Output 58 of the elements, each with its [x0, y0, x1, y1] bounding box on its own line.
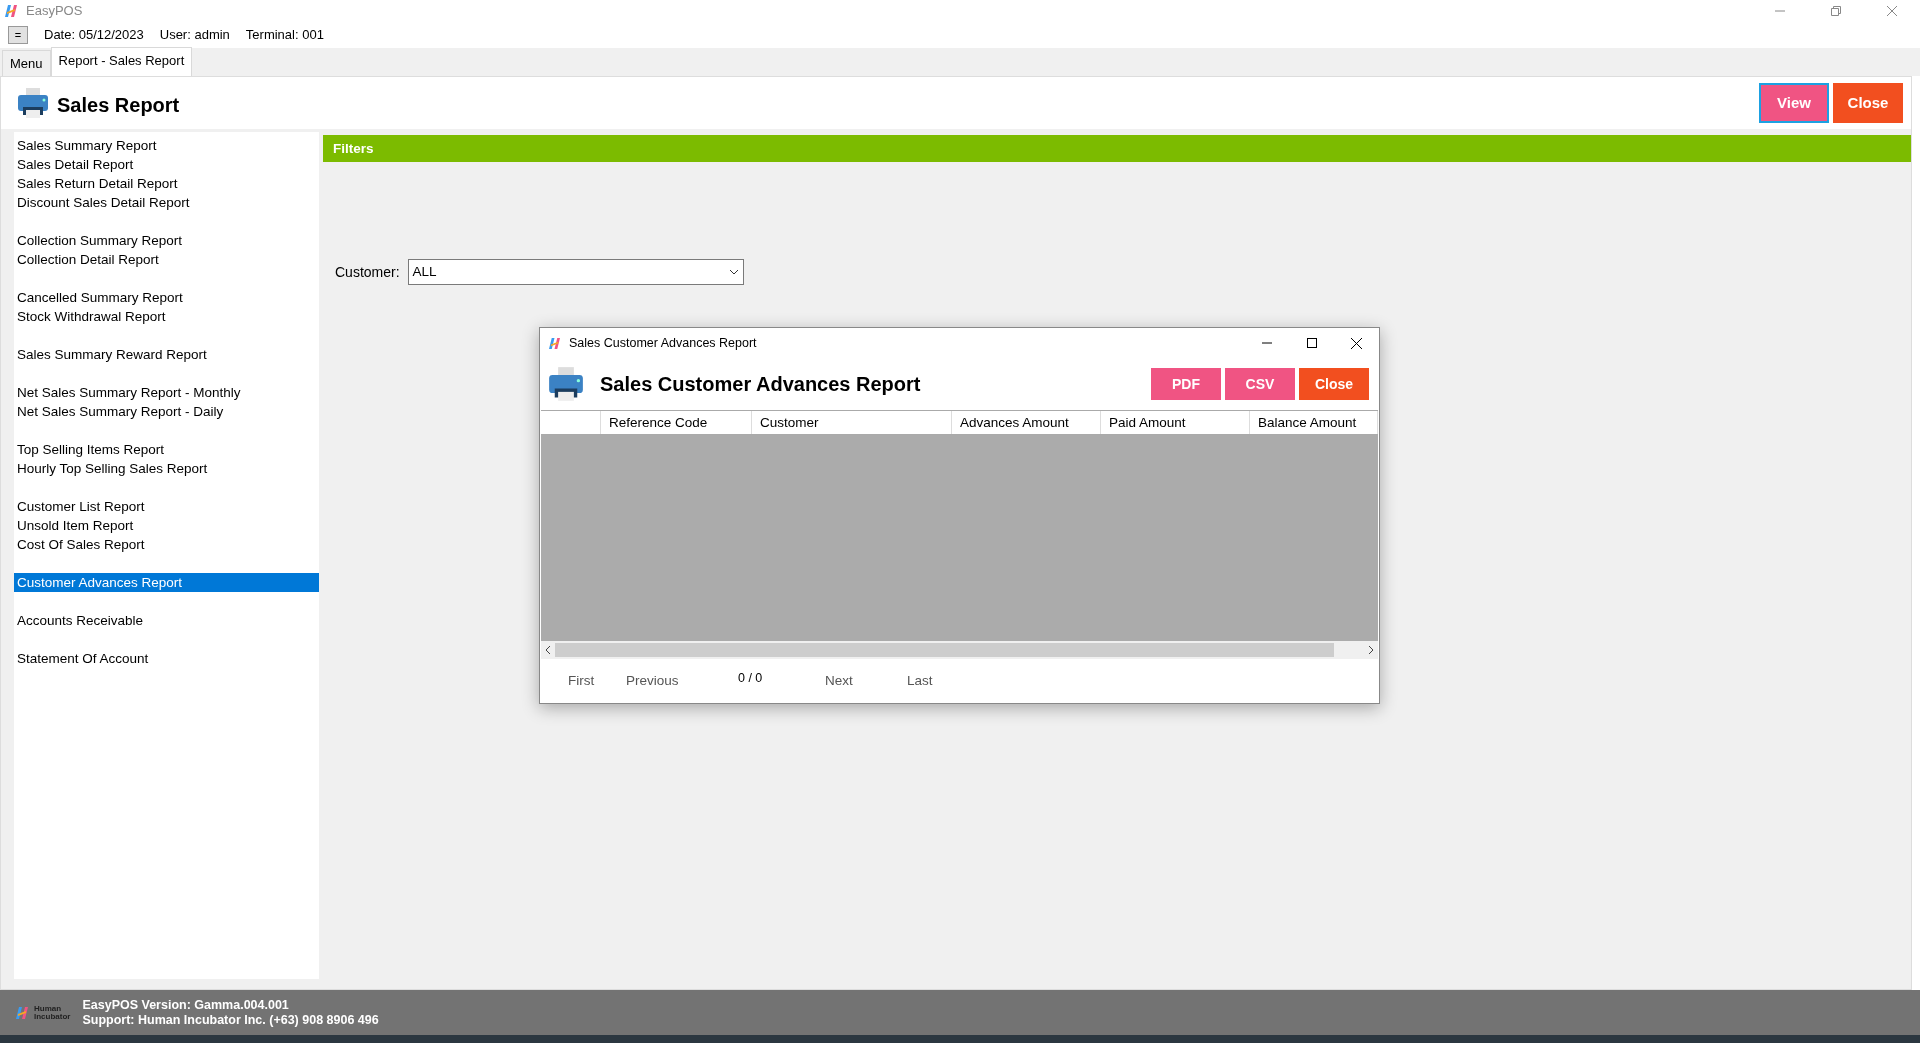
report-list-item[interactable]: Net Sales Summary Report - Daily [14, 402, 319, 421]
report-list-item[interactable]: Accounts Receivable [14, 611, 319, 630]
last-page-link[interactable]: Last [907, 670, 933, 692]
report-list-item[interactable]: Cancelled Summary Report [14, 288, 319, 307]
close-button[interactable]: Close [1833, 83, 1903, 123]
dropdown-caret-icon[interactable] [728, 269, 739, 275]
column-header[interactable]: Paid Amount [1101, 411, 1250, 434]
app-logo-icon [548, 337, 561, 349]
field-label: Customer: [335, 262, 400, 282]
menu-button[interactable]: = [8, 26, 28, 44]
page-title: Sales Report [57, 93, 180, 118]
dialog-title: Sales Customer Advances Report [569, 334, 757, 352]
report-list-item[interactable]: Unsold Item Report [14, 516, 319, 535]
report-list-item[interactable]: Statement Of Account [14, 649, 319, 668]
report-list-item[interactable]: Collection Detail Report [14, 250, 319, 269]
company-logo-icon [14, 1006, 30, 1019]
previous-page-link[interactable]: Previous [626, 670, 738, 692]
maximize-icon[interactable] [1306, 338, 1317, 348]
next-page-link[interactable]: Next [825, 670, 907, 692]
column-header[interactable]: Customer [752, 411, 952, 434]
report-list-item[interactable]: Sales Summary Report [14, 136, 319, 155]
filters-header: Filters [323, 135, 1911, 162]
column-header[interactable]: Advances Amount [952, 411, 1101, 434]
report-list-item[interactable]: Customer List Report [14, 497, 319, 516]
column-header[interactable]: Reference Code [601, 411, 752, 434]
first-page-link[interactable]: First [568, 670, 626, 692]
close-button[interactable]: Close [1299, 368, 1369, 400]
app-title: EasyPOS [26, 2, 83, 21]
report-list-item[interactable]: Sales Summary Reward Report [14, 345, 319, 364]
logo-text: Human [34, 1004, 63, 1013]
report-list-item[interactable]: Stock Withdrawal Report [14, 307, 319, 326]
tab[interactable]: Menu [2, 49, 51, 76]
report-list-item[interactable]: Customer Advances Report [14, 573, 319, 592]
restore-icon[interactable] [1831, 6, 1841, 16]
tab[interactable]: Report - Sales Report [50, 46, 193, 76]
logo-text: Incubator [34, 1012, 71, 1021]
report-list-item[interactable]: Sales Detail Report [14, 155, 319, 174]
report-list-item[interactable]: Net Sales Summary Report - Monthly [14, 383, 319, 402]
report-list-item[interactable]: Discount Sales Detail Report [14, 193, 319, 212]
app-logo-icon [4, 5, 18, 17]
report-list-item[interactable]: Cost Of Sales Report [14, 535, 319, 554]
dialog-heading: Sales Customer Advances Report [600, 372, 921, 397]
report-list-item[interactable]: Collection Summary Report [14, 231, 319, 250]
page-counter: 0 / 0 [738, 669, 764, 687]
column-header[interactable]: Balance Amount [1250, 411, 1378, 434]
report-list-item[interactable]: Top Selling Items Report [14, 440, 319, 459]
printer-icon [548, 367, 584, 401]
printer-icon [17, 88, 49, 118]
terminal-label: Terminal: 001 [245, 26, 324, 45]
close-icon[interactable] [1351, 337, 1362, 349]
date-label: Date: 05/12/2023 [44, 26, 144, 45]
user-label: User: admin [159, 26, 230, 45]
customer-dropdown[interactable]: ALL [407, 259, 744, 285]
version-text: EasyPOS Version: Gamma.004.001 [82, 997, 290, 1013]
report-list-item[interactable]: Sales Return Detail Report [14, 174, 319, 193]
horizontal-scrollbar[interactable] [541, 641, 1378, 659]
support-text: Support: Human Incubator Inc. (+63) 908 8906 496 [82, 1012, 379, 1028]
report-list-item[interactable]: Hourly Top Selling Sales Report [14, 459, 319, 478]
